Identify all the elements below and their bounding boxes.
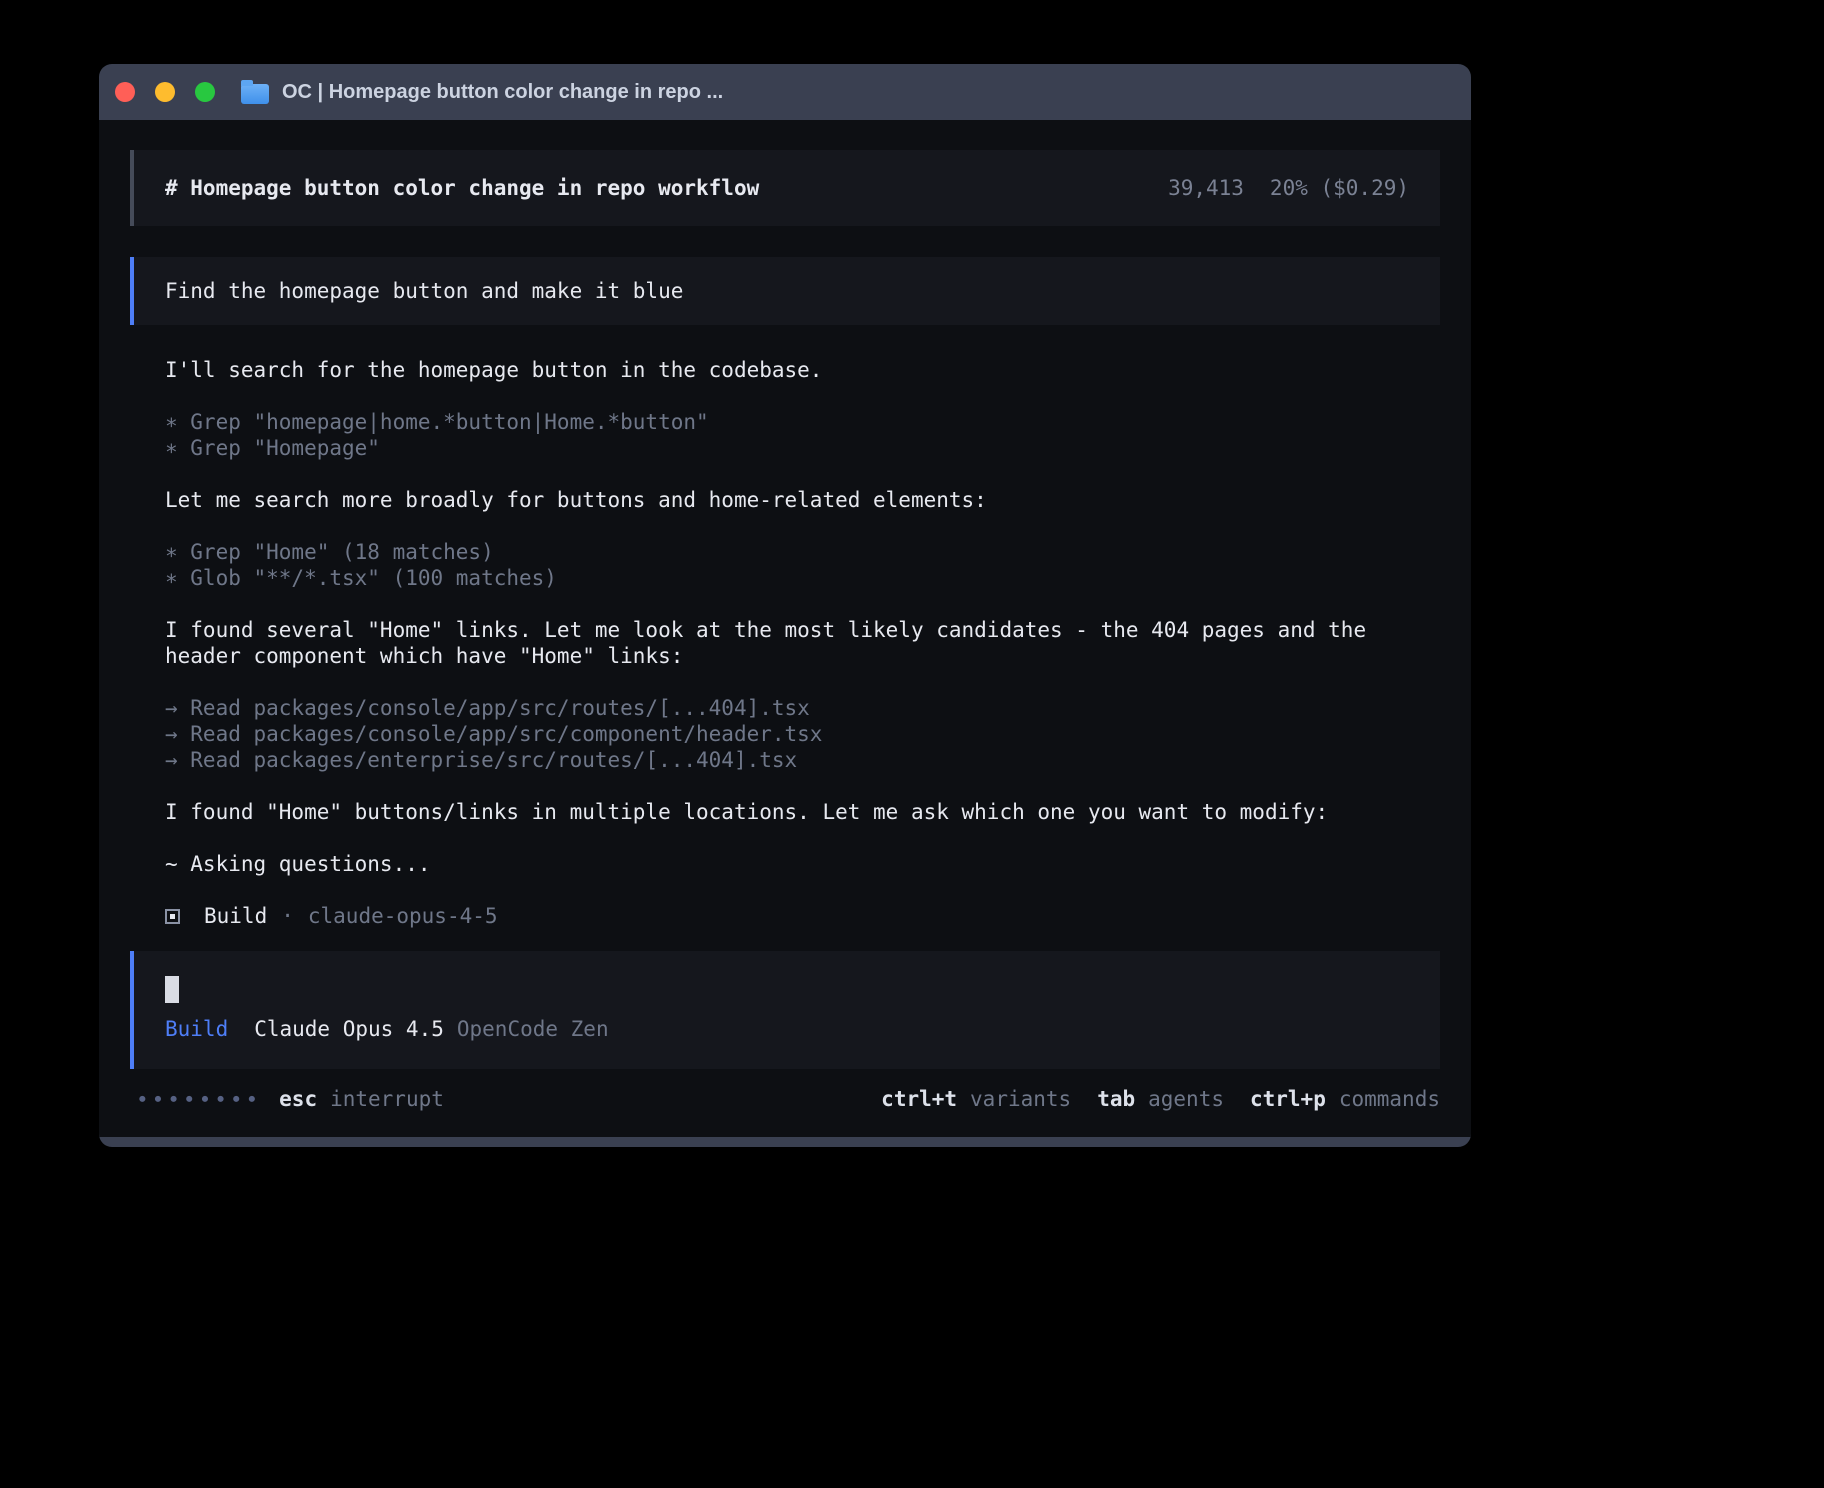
hint-interrupt: esc interrupt [279,1086,444,1112]
tool-call-read: → Read packages/console/app/src/componen… [165,721,1400,747]
context-usage: 20% ($0.29) [1270,175,1409,201]
window-controls [115,82,215,102]
tool-call-grep: ∗ Grep "homepage|home.*button|Home.*butt… [165,409,1400,435]
session-header: # Homepage button color change in repo w… [130,150,1440,226]
hint-key-ctrl-p: ctrl+p [1250,1086,1326,1112]
hint-agents: tab agents [1097,1086,1224,1112]
hint-key-ctrl-t: ctrl+t [881,1086,957,1112]
hint-label-variants: variants [970,1086,1071,1112]
tool-call-glob: ∗ Glob "**/*.tsx" (100 matches) [165,565,1400,591]
tool-call-grep: ∗ Grep "Home" (18 matches) [165,539,1400,565]
user-message: Find the homepage button and make it blu… [130,257,1440,325]
folder-icon [241,84,269,104]
minimize-button[interactable] [155,82,175,102]
model-selector-line: Build Claude Opus 4.5 OpenCode Zen [165,1016,1409,1042]
hint-key-tab: tab [1097,1086,1135,1112]
hint-key-esc: esc [279,1086,317,1112]
hint-label-interrupt: interrupt [330,1086,444,1112]
status-bar-left: ∙∙∙∙∙∙∙∙ esc interrupt [136,1086,444,1112]
assistant-text: I'll search for the homepage button in t… [165,357,1400,383]
separator-dot: · [281,903,294,929]
status-bar: ∙∙∙∙∙∙∙∙ esc interrupt ctrl+t variants t… [130,1081,1440,1112]
agent-name: Build [204,903,267,929]
prompt-input[interactable]: Build Claude Opus 4.5 OpenCode Zen [130,951,1440,1069]
assistant-text: I found "Home" buttons/links in multiple… [165,799,1400,825]
terminal-window: OC | Homepage button color change in rep… [99,64,1471,1147]
session-title: # Homepage button color change in repo w… [165,175,759,201]
window-title: OC | Homepage button color change in rep… [282,81,723,104]
model-provider-label: OpenCode Zen [457,1016,609,1042]
token-count: 39,413 [1168,175,1244,201]
agent-status: Build · claude-opus-4-5 [165,903,1400,929]
assistant-text: I found several "Home" links. Let me loo… [165,617,1400,669]
spinner-dots-icon: ∙∙∙∙∙∙∙∙ [136,1086,261,1112]
assistant-status-text: ~ Asking questions... [165,851,1400,877]
active-model-label[interactable]: Claude Opus 4.5 [254,1016,444,1042]
tool-call-read: → Read packages/console/app/src/routes/[… [165,695,1400,721]
square-dot-icon [165,909,180,924]
window-title-group: OC | Homepage button color change in rep… [241,81,723,104]
agent-model: claude-opus-4-5 [308,903,498,929]
close-button[interactable] [115,82,135,102]
window-titlebar[interactable]: OC | Homepage button color change in rep… [99,64,1471,120]
session-stats: 39,413 20% ($0.29) [1168,175,1409,201]
zoom-button[interactable] [195,82,215,102]
hint-commands: ctrl+p commands [1250,1086,1440,1112]
hint-label-agents: agents [1148,1086,1224,1112]
terminal-content: # Homepage button color change in repo w… [99,120,1471,1137]
tool-call-read: → Read packages/enterprise/src/routes/[.… [165,747,1400,773]
user-message-text: Find the homepage button and make it blu… [165,279,683,303]
tool-call-grep: ∗ Grep "Homepage" [165,435,1400,461]
status-bar-right: ctrl+t variants tab agents ctrl+p comman… [855,1086,1440,1112]
hint-variants: ctrl+t variants [881,1086,1071,1112]
text-cursor [165,976,179,1003]
assistant-text: Let me search more broadly for buttons a… [165,487,1400,513]
active-agent-label[interactable]: Build [165,1016,228,1042]
conversation-transcript: I'll search for the homepage button in t… [165,357,1400,929]
hint-label-commands: commands [1339,1086,1440,1112]
